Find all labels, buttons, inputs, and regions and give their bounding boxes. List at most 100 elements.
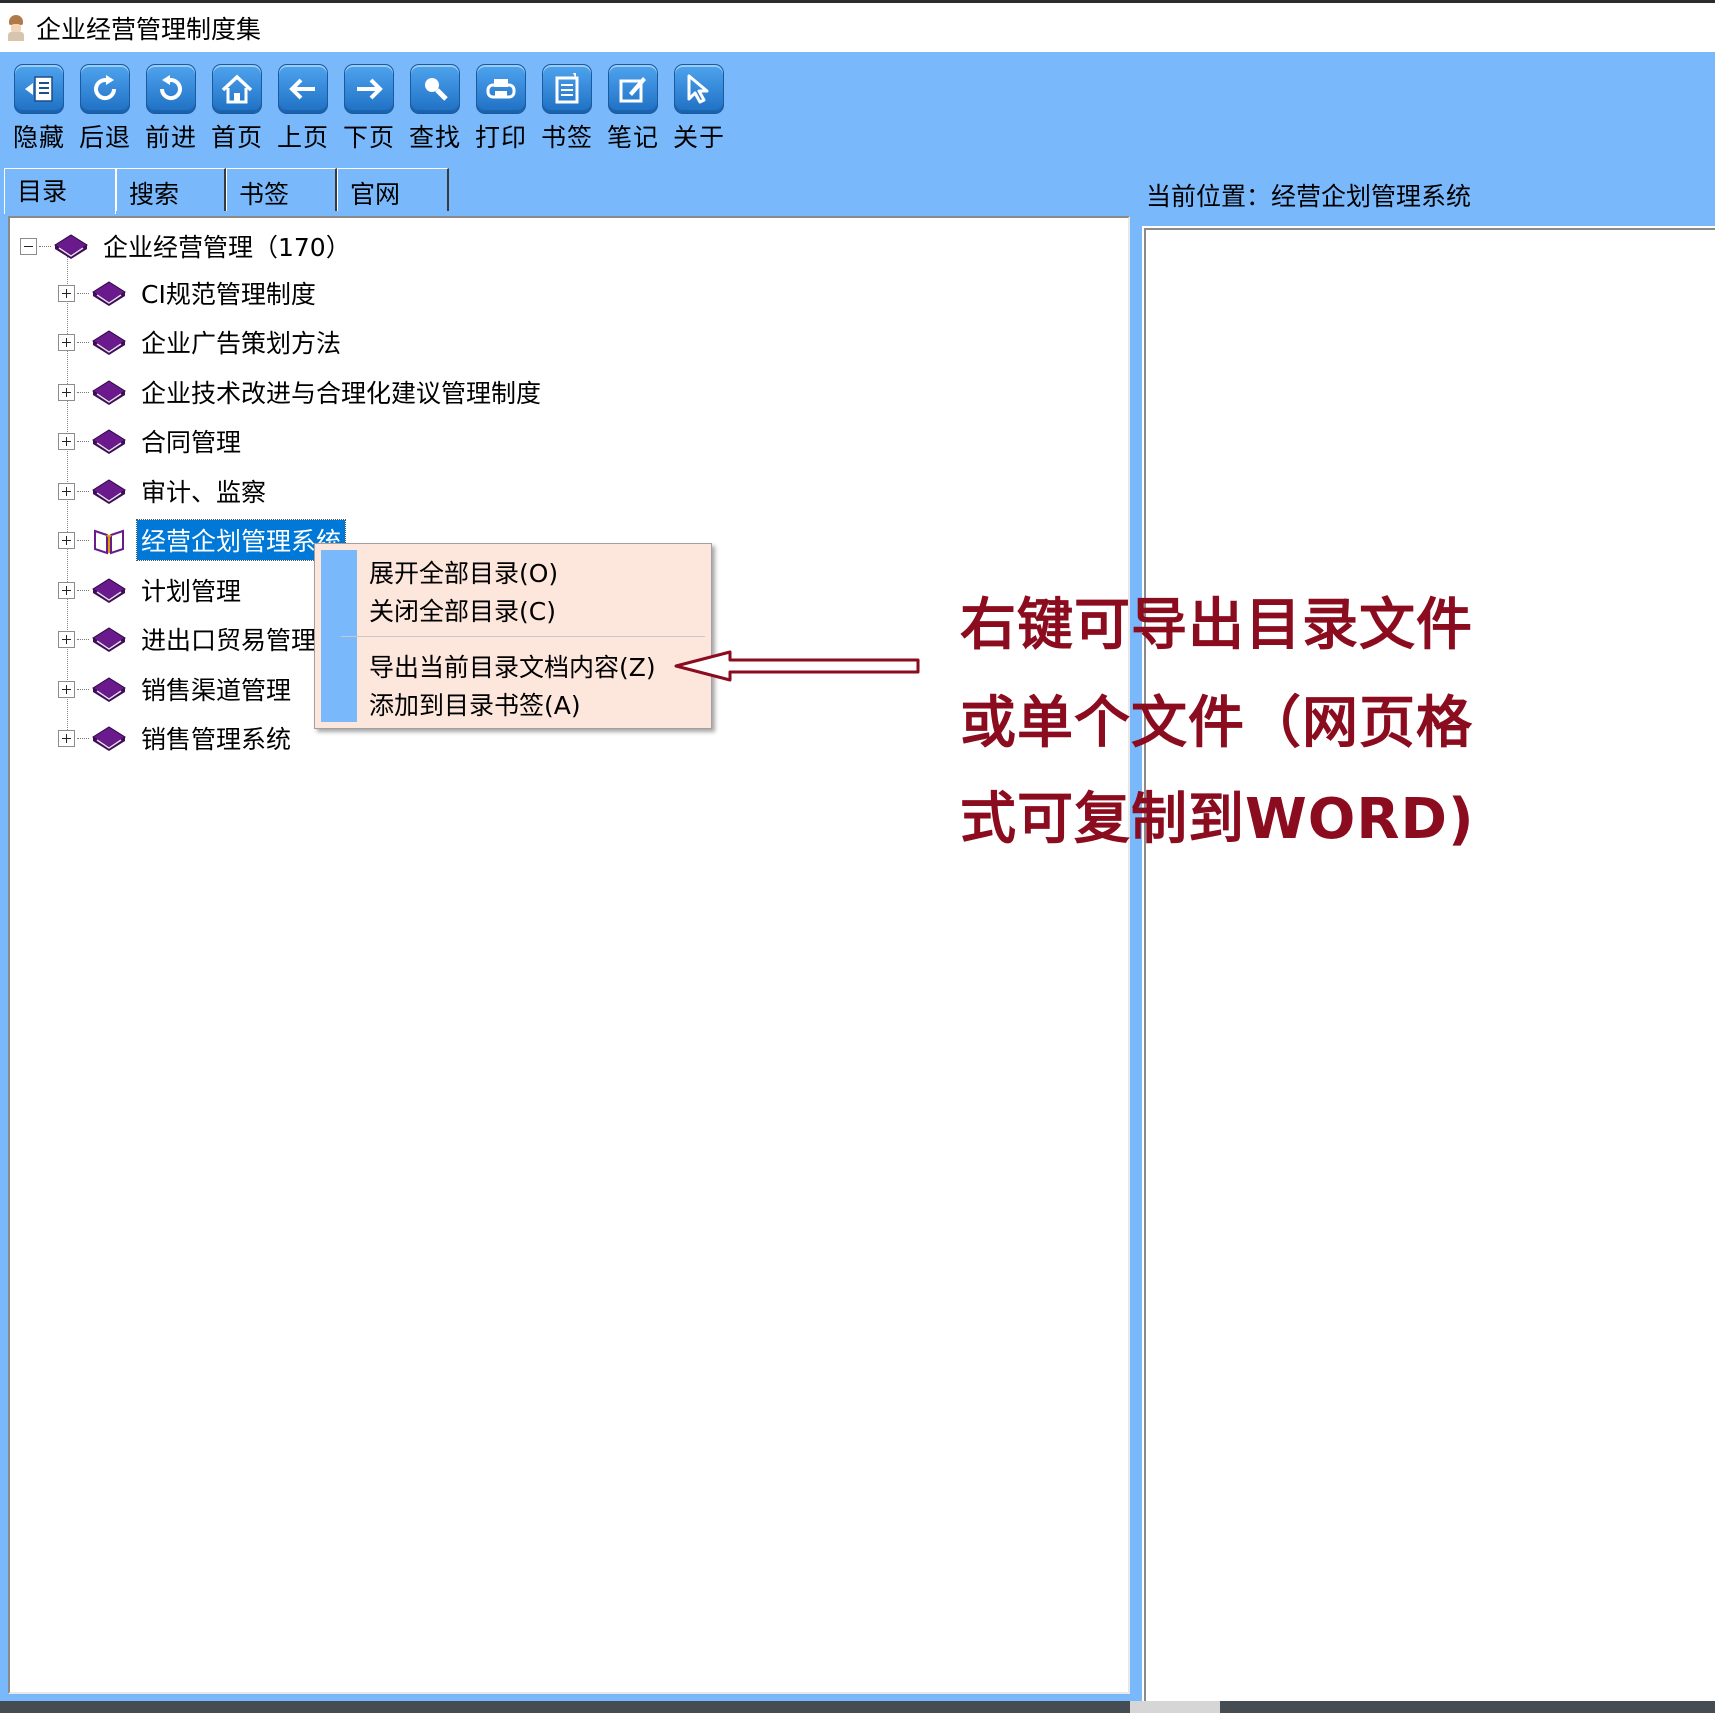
- home-button[interactable]: 首页: [204, 64, 270, 162]
- forward-label: 前进: [144, 123, 197, 152]
- tree-connector: [39, 245, 51, 247]
- context-menu: 展开全部目录(O) 关闭全部目录(C) 导出当前目录文档内容(Z) 添加到目录书…: [314, 543, 712, 729]
- tree-node[interactable]: 企业技术改进与合理化建议管理制度: [58, 372, 545, 412]
- expand-toggle[interactable]: [58, 729, 75, 747]
- back-button[interactable]: 后退: [72, 64, 138, 162]
- closed-book-icon: [91, 278, 127, 308]
- closed-book-icon: [91, 723, 127, 753]
- forward-button[interactable]: 前进: [138, 64, 204, 162]
- home-label: 首页: [210, 123, 263, 152]
- expand-toggle[interactable]: [58, 630, 75, 648]
- prev-page-button[interactable]: 上页: [270, 64, 336, 162]
- closed-book-icon: [91, 327, 127, 357]
- tree-root-node[interactable]: 企业经营管理（170）: [20, 226, 355, 266]
- app-logo-icon: [6, 14, 26, 41]
- tree-node[interactable]: 企业广告策划方法: [58, 322, 345, 362]
- bookmark-label: 书签: [540, 123, 593, 152]
- collapse-toggle[interactable]: [20, 237, 37, 255]
- tree-connector: [77, 292, 89, 294]
- tree-node-selected[interactable]: 经营企划管理系统: [58, 519, 347, 561]
- closed-book-icon: [53, 231, 89, 261]
- menu-separator: [341, 636, 705, 637]
- tab-bookmarks-label: 书签: [239, 180, 290, 209]
- bottom-strip-highlight: [1130, 1701, 1220, 1713]
- annotation-line-3: 式可复制到WORD): [960, 787, 1475, 852]
- content-viewer[interactable]: [1144, 228, 1715, 1701]
- tree-root-label: 企业经营管理（170）: [103, 233, 351, 262]
- tree-node[interactable]: 进出口贸易管理系: [58, 619, 345, 659]
- location-bar: 当前位置：经营企划管理系统: [1142, 164, 1715, 226]
- title-bar: 企业经营管理制度集: [0, 0, 1715, 52]
- tree-node[interactable]: 销售管理系统: [58, 718, 295, 758]
- bookmark-page-icon: [542, 64, 592, 114]
- closed-book-icon: [91, 624, 127, 654]
- closed-book-icon: [91, 426, 127, 456]
- tree-node-label: CI规范管理制度: [141, 280, 316, 309]
- printer-icon: [476, 64, 526, 114]
- tab-search[interactable]: 搜索: [116, 168, 226, 212]
- menu-item-add-bookmark[interactable]: 添加到目录书签(A): [369, 686, 581, 722]
- arrow-right-icon: [344, 64, 394, 114]
- home-icon: [212, 64, 262, 114]
- tree-connector: [77, 589, 89, 591]
- expand-toggle[interactable]: [58, 531, 75, 549]
- tree-connector: [77, 490, 89, 492]
- tree-node-label: 企业技术改进与合理化建议管理制度: [141, 379, 542, 408]
- find-button[interactable]: 查找: [402, 64, 468, 162]
- annotation-line-1: 右键可导出目录文件: [960, 593, 1473, 658]
- tab-search-label: 搜索: [129, 180, 180, 209]
- back-refresh-icon: [80, 64, 130, 114]
- closed-book-icon: [91, 674, 127, 704]
- bottom-strip: [0, 1701, 1715, 1713]
- bookmark-button[interactable]: 书签: [534, 64, 600, 162]
- tree-node-label: 合同管理: [141, 428, 242, 457]
- hide-icon: [14, 64, 64, 114]
- expand-toggle[interactable]: [58, 284, 75, 302]
- window-title: 企业经营管理制度集: [36, 14, 262, 44]
- menu-item-collapse-all[interactable]: 关闭全部目录(C): [369, 592, 556, 628]
- tab-catalog[interactable]: 目录: [4, 168, 116, 214]
- forward-refresh-icon: [146, 64, 196, 114]
- annotation-arrow-icon: [674, 650, 920, 682]
- next-page-button[interactable]: 下页: [336, 64, 402, 162]
- annotation-line-2: 或单个文件（网页格: [960, 691, 1473, 756]
- next-page-label: 下页: [342, 123, 395, 152]
- toolbar: 隐藏 后退 前进 首页 上页 下页 查找 打印 书签 笔记 关于: [0, 52, 1715, 164]
- tab-bookmarks[interactable]: 书签: [226, 168, 337, 212]
- prev-page-label: 上页: [276, 123, 329, 152]
- back-label: 后退: [78, 123, 131, 152]
- expand-toggle[interactable]: [58, 432, 75, 450]
- tree-node[interactable]: CI规范管理制度: [58, 273, 320, 313]
- tab-website[interactable]: 官网: [337, 168, 449, 212]
- tree-node-label: 审计、监察: [141, 478, 267, 507]
- tree-node[interactable]: 计划管理: [58, 570, 245, 610]
- expand-toggle[interactable]: [58, 383, 75, 401]
- tab-catalog-label: 目录: [17, 177, 68, 206]
- tree-node[interactable]: 审计、监察: [58, 471, 270, 511]
- closed-book-icon: [91, 575, 127, 605]
- tree-node[interactable]: 销售渠道管理: [58, 669, 295, 709]
- hide-label: 隐藏: [12, 123, 65, 152]
- expand-toggle[interactable]: [58, 581, 75, 599]
- expand-toggle[interactable]: [58, 333, 75, 351]
- hide-button[interactable]: 隐藏: [6, 64, 72, 162]
- expand-toggle[interactable]: [58, 680, 75, 698]
- tree-connector: [77, 688, 89, 690]
- menu-item-expand-all[interactable]: 展开全部目录(O): [369, 554, 558, 590]
- tree-node-label: 计划管理: [141, 577, 242, 606]
- about-label: 关于: [672, 123, 725, 152]
- tree-connector: [77, 539, 89, 541]
- menu-item-export-current[interactable]: 导出当前目录文档内容(Z): [369, 648, 656, 684]
- tree-node-label: 企业广告策划方法: [141, 329, 342, 358]
- tab-website-label: 官网: [350, 180, 401, 209]
- tree-node-label: 销售渠道管理: [141, 676, 292, 705]
- tree-node[interactable]: 合同管理: [58, 421, 245, 461]
- about-button[interactable]: 关于: [666, 64, 732, 162]
- pane-splitter[interactable]: [1130, 164, 1142, 1701]
- note-button[interactable]: 笔记: [600, 64, 666, 162]
- expand-toggle[interactable]: [58, 482, 75, 500]
- tree-connector: [77, 341, 89, 343]
- closed-book-icon: [91, 476, 127, 506]
- print-button[interactable]: 打印: [468, 64, 534, 162]
- current-location-text: 当前位置：经营企划管理系统: [1146, 182, 1472, 211]
